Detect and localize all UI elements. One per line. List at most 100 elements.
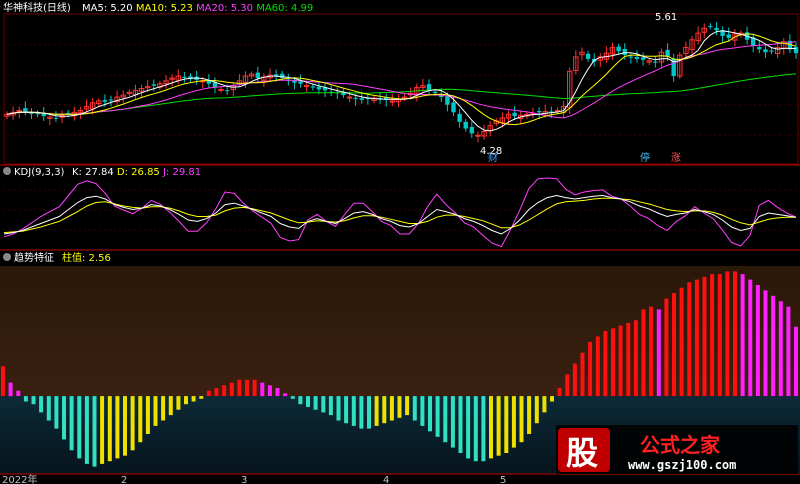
candle-body xyxy=(353,97,358,99)
event-marker-ting[interactable]: 停 xyxy=(640,151,650,164)
candle-body xyxy=(29,112,34,114)
trend-bar xyxy=(572,363,577,397)
trend-bar xyxy=(46,396,51,421)
trend-bar xyxy=(245,379,249,397)
indicator-label: MA5: 5.20 xyxy=(82,3,133,14)
collapse-icon[interactable] xyxy=(3,253,11,261)
trend-bar xyxy=(694,279,699,397)
trend-bar xyxy=(687,282,692,397)
candle-body xyxy=(359,98,364,100)
candle-body xyxy=(463,121,468,129)
trend-bar xyxy=(92,396,97,467)
trend-bar xyxy=(176,396,181,410)
trend-bar xyxy=(260,382,265,397)
candle-body xyxy=(151,84,156,86)
trend-bar xyxy=(138,396,143,443)
trend-bar xyxy=(717,274,722,397)
trend-bar xyxy=(725,271,730,397)
trend-bar xyxy=(534,396,539,424)
candle-body xyxy=(426,84,432,90)
candle-body xyxy=(102,100,108,102)
trend-bar xyxy=(511,396,516,448)
watermark-logo-char: 股 xyxy=(566,434,598,472)
trend-bar xyxy=(794,326,798,397)
candle-body xyxy=(640,57,646,60)
trend-bar xyxy=(54,396,59,429)
event-marker-cai[interactable]: 财 xyxy=(488,151,498,164)
trend-bar xyxy=(298,396,303,405)
trend-bar xyxy=(771,295,776,397)
trend-bar xyxy=(588,341,593,397)
candle-body xyxy=(224,90,230,92)
trend-bar xyxy=(359,396,364,429)
indicator-label: D: 26.85 xyxy=(114,167,160,178)
trend-bar xyxy=(611,328,615,397)
trend-bar xyxy=(313,396,318,410)
trend-bar xyxy=(336,396,341,421)
candle-body xyxy=(206,80,212,84)
trend-bar xyxy=(466,396,471,459)
candle-body xyxy=(303,85,310,88)
candle-body xyxy=(634,56,640,59)
candle-body xyxy=(512,112,517,117)
candle-body xyxy=(255,72,260,78)
trend-bar xyxy=(641,309,646,397)
indicator-label: MA20: 5.30 xyxy=(193,3,253,14)
trend-bar xyxy=(740,274,745,397)
trend-bar xyxy=(321,396,326,413)
trend-bar xyxy=(489,396,493,459)
trend-bar xyxy=(328,396,333,416)
trend-bar xyxy=(397,396,402,418)
candle-body xyxy=(53,117,59,119)
trend-bar xyxy=(214,388,219,397)
trend-bar xyxy=(290,396,295,399)
candle-body xyxy=(292,80,297,83)
trend-bar xyxy=(755,285,760,397)
trend-bar xyxy=(237,379,242,397)
trend-bar xyxy=(557,388,562,397)
trend-bar xyxy=(748,279,753,397)
trend-bar xyxy=(115,396,120,459)
kdj-panel-header: KDJ(9,3,3) K: 27.84 D: 26.85 J: 29.81 xyxy=(3,167,201,178)
trend-bar xyxy=(184,396,188,405)
candle-body xyxy=(616,46,621,52)
indicator-label: MA10: 5.23 xyxy=(133,3,193,14)
candle-body xyxy=(714,27,719,31)
candle-body xyxy=(793,47,799,54)
candle-body xyxy=(218,88,224,91)
candle-body xyxy=(23,108,28,112)
candle-body xyxy=(757,47,762,50)
candle-body xyxy=(316,86,322,90)
trend-bar xyxy=(222,385,227,397)
candle-body xyxy=(536,111,542,113)
stock-chart: 华神科技(日线) MA5: 5.20 MA10: 5.23 MA20: 5.30… xyxy=(0,0,800,484)
trend-bar xyxy=(626,322,631,397)
trend-bar xyxy=(62,396,66,440)
trend-bar xyxy=(8,382,13,397)
candle-body xyxy=(622,48,627,56)
trend-bar xyxy=(23,396,28,402)
trend-bar xyxy=(39,396,44,413)
event-marker-zhang[interactable]: 涨 xyxy=(671,152,681,164)
trend-bar xyxy=(84,396,89,464)
trend-bar xyxy=(786,306,791,397)
trend-bar xyxy=(412,396,417,421)
x-tick-label: 2022年 xyxy=(2,473,37,484)
trend-bar xyxy=(603,331,608,397)
trend-bar xyxy=(107,396,112,462)
trend-bar xyxy=(367,396,371,429)
kdj-title: KDJ(9,3,3) xyxy=(14,167,65,178)
trend-bar xyxy=(733,271,737,397)
candle-body xyxy=(469,127,475,134)
trend-bar xyxy=(504,396,509,453)
trend-bar xyxy=(389,396,394,421)
trend-bar xyxy=(153,396,158,426)
indicator-label: K: 27.84 xyxy=(72,167,114,178)
candle-body xyxy=(298,81,303,84)
trend-bar xyxy=(161,396,166,421)
collapse-icon[interactable] xyxy=(3,167,11,175)
trend-bar xyxy=(283,393,288,397)
trend-bar xyxy=(199,396,204,399)
candle-body xyxy=(310,86,316,88)
watermark-url: www.gszj100.com xyxy=(628,458,736,472)
